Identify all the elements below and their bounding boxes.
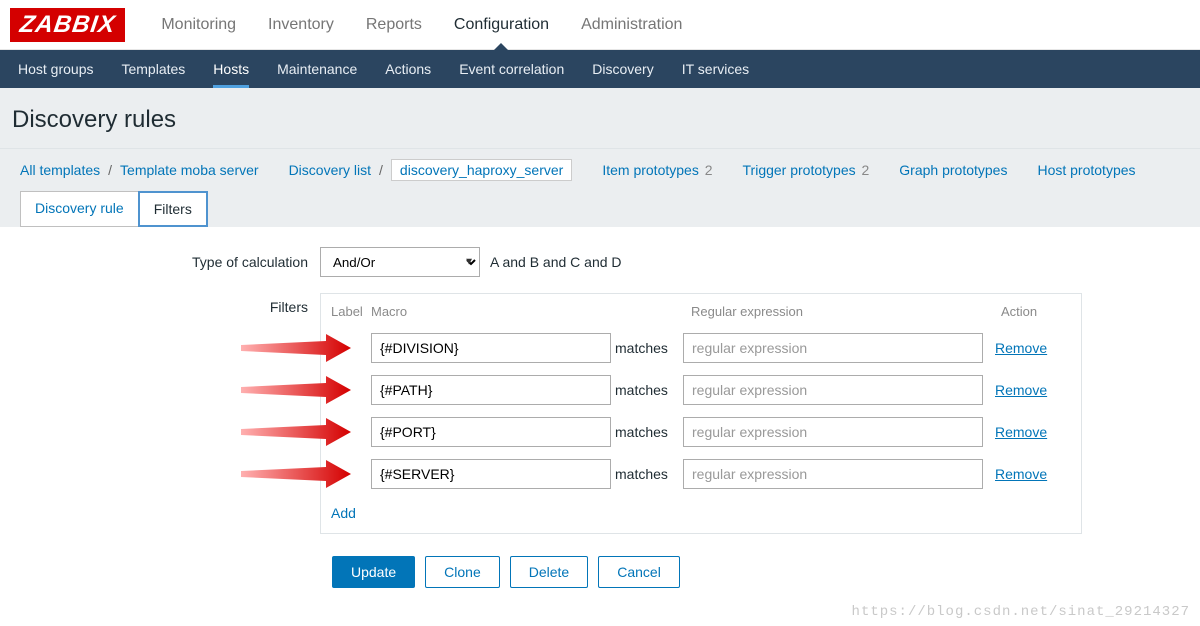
col-macro: Macro: [371, 304, 621, 319]
cancel-button[interactable]: Cancel: [598, 556, 680, 588]
filter-row: C matches Remove: [331, 411, 1071, 453]
topnav-inventory[interactable]: Inventory: [252, 0, 350, 50]
remove-link[interactable]: Remove: [995, 466, 1047, 482]
breadcrumb-discovery-name[interactable]: discovery_haproxy_server: [391, 159, 572, 181]
filter-label: C: [331, 424, 371, 440]
page-header: Discovery rules: [0, 88, 1200, 149]
regex-input[interactable]: [683, 333, 983, 363]
subnav-host-groups[interactable]: Host groups: [4, 50, 107, 88]
topnav-monitoring[interactable]: Monitoring: [145, 0, 252, 50]
regex-input[interactable]: [683, 417, 983, 447]
matches-text: matches: [611, 424, 683, 440]
tab-discovery-rule[interactable]: Discovery rule: [20, 191, 139, 227]
breadcrumb-all-templates[interactable]: All templates: [20, 162, 100, 178]
macro-input[interactable]: [371, 375, 611, 405]
topnav-administration[interactable]: Administration: [565, 0, 698, 50]
add-link[interactable]: Add: [331, 505, 356, 521]
breadcrumb-template[interactable]: Template moba server: [120, 162, 259, 178]
macro-input[interactable]: [371, 417, 611, 447]
watermark: https://blog.csdn.net/sinat_29214327: [852, 604, 1190, 620]
subnav-templates[interactable]: Templates: [107, 50, 199, 88]
link-item-prototypes[interactable]: Item prototypes 2: [602, 162, 712, 178]
filters-table-head: Label Macro Regular expression Action: [331, 300, 1071, 327]
topnav-configuration[interactable]: Configuration: [438, 0, 565, 50]
tab-filters[interactable]: Filters: [138, 191, 208, 227]
subnav-maintenance[interactable]: Maintenance: [263, 50, 371, 88]
regex-input[interactable]: [683, 375, 983, 405]
sub-nav: Host groups Templates Hosts Maintenance …: [0, 50, 1200, 88]
clone-button[interactable]: Clone: [425, 556, 500, 588]
breadcrumb-sep: /: [108, 162, 112, 178]
tabs: Discovery rule Filters: [0, 191, 1200, 227]
filter-row: D matches Remove: [331, 453, 1071, 495]
link-trigger-prototypes[interactable]: Trigger prototypes 2: [743, 162, 870, 178]
form: Type of calculation And/Or ▼ A and B and…: [0, 227, 1200, 618]
macro-input[interactable]: [371, 459, 611, 489]
remove-link[interactable]: Remove: [995, 340, 1047, 356]
logo: ZABBIX: [10, 8, 125, 42]
top-nav: ZABBIX Monitoring Inventory Reports Conf…: [0, 0, 1200, 50]
link-host-prototypes[interactable]: Host prototypes: [1037, 162, 1135, 178]
update-button[interactable]: Update: [332, 556, 415, 588]
macro-input[interactable]: [371, 333, 611, 363]
regex-input[interactable]: [683, 459, 983, 489]
calc-label: Type of calculation: [20, 254, 320, 270]
delete-button[interactable]: Delete: [510, 556, 588, 588]
col-regex: Regular expression: [691, 304, 1001, 319]
matches-text: matches: [611, 340, 683, 356]
remove-link[interactable]: Remove: [995, 424, 1047, 440]
calc-select[interactable]: And/Or: [320, 247, 480, 277]
matches-text: matches: [611, 382, 683, 398]
filters-label: Filters: [20, 293, 320, 534]
remove-link[interactable]: Remove: [995, 382, 1047, 398]
topnav-reports[interactable]: Reports: [350, 0, 438, 50]
filters-table: Label Macro Regular expression Action A …: [320, 293, 1082, 534]
subnav-hosts[interactable]: Hosts: [199, 50, 263, 88]
button-row: Update Clone Delete Cancel: [332, 556, 1180, 588]
link-graph-prototypes[interactable]: Graph prototypes: [899, 162, 1007, 178]
breadcrumb-discovery-list[interactable]: Discovery list: [289, 162, 371, 178]
page-title: Discovery rules: [12, 106, 1188, 134]
subnav-actions[interactable]: Actions: [371, 50, 445, 88]
breadcrumb-sep: /: [379, 162, 383, 178]
subnav-event-correlation[interactable]: Event correlation: [445, 50, 578, 88]
context-bar: All templates / Template moba server Dis…: [0, 149, 1200, 192]
subnav-it-services[interactable]: IT services: [668, 50, 763, 88]
col-action: Action: [1001, 304, 1071, 319]
filter-label: A: [331, 340, 371, 356]
filter-label: B: [331, 382, 371, 398]
calc-hint: A and B and C and D: [490, 254, 622, 270]
subnav-discovery[interactable]: Discovery: [578, 50, 667, 88]
filter-row: A matches Remove: [331, 327, 1071, 369]
filter-row: B matches Remove: [331, 369, 1071, 411]
filter-label: D: [331, 466, 371, 482]
col-label: Label: [331, 304, 371, 319]
matches-text: matches: [611, 466, 683, 482]
